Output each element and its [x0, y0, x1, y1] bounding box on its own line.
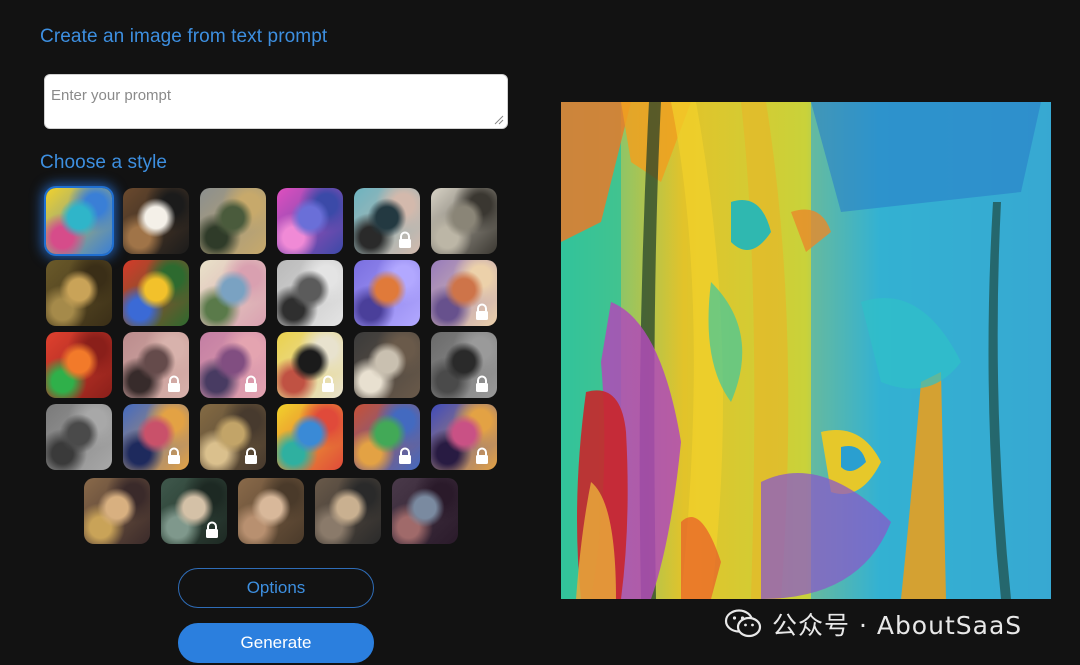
- lock-icon: [165, 375, 183, 393]
- lock-icon: [165, 447, 183, 465]
- style-tile-robot[interactable]: [277, 188, 343, 254]
- style-tile-pink-cloud[interactable]: [200, 332, 266, 398]
- style-tile-golden-blur[interactable]: [200, 404, 266, 470]
- style-tile-red-swirl[interactable]: [354, 404, 420, 470]
- style-tile-abstract-paint[interactable]: [46, 188, 112, 254]
- lock-icon: [242, 375, 260, 393]
- style-tile-dark-sculpture[interactable]: [431, 332, 497, 398]
- style-tile-mona-lisa[interactable]: [46, 260, 112, 326]
- style-section-title: Choose a style: [40, 152, 168, 173]
- style-tile-flower-vase[interactable]: [123, 260, 189, 326]
- style-tile-panda[interactable]: [123, 188, 189, 254]
- style-tile-grey-texture[interactable]: [46, 404, 112, 470]
- style-tile-renaissance-lady[interactable]: [238, 478, 304, 544]
- style-tile-woman-portrait[interactable]: [354, 188, 420, 254]
- prompt-field[interactable]: [44, 74, 508, 129]
- style-tile-musketeer[interactable]: [315, 478, 381, 544]
- style-tile-ballet-dancers[interactable]: [200, 260, 266, 326]
- style-tile-neon-face[interactable]: [46, 332, 112, 398]
- style-tile-icon-grid[interactable]: [277, 404, 343, 470]
- page-title: Create an image from text prompt: [40, 26, 328, 47]
- style-tile-modern-house[interactable]: [354, 332, 420, 398]
- generated-image-preview: [561, 102, 1051, 599]
- app-page: Create an image from text prompt Choose …: [0, 0, 1080, 665]
- style-tile-isometric-room[interactable]: [354, 260, 420, 326]
- lock-icon: [319, 375, 337, 393]
- lock-icon: [473, 303, 491, 321]
- lock-icon: [473, 447, 491, 465]
- style-tile-dark-hero[interactable]: [392, 478, 458, 544]
- style-tile-teal-portrait[interactable]: [161, 478, 227, 544]
- lock-icon: [203, 521, 221, 539]
- lock-icon: [242, 447, 260, 465]
- lock-icon: [473, 375, 491, 393]
- generate-button[interactable]: Generate: [178, 623, 374, 663]
- prompt-input[interactable]: [45, 75, 507, 128]
- style-tile-metal-object[interactable]: [277, 260, 343, 326]
- options-button[interactable]: Options: [178, 568, 374, 608]
- style-tile-pop-art[interactable]: [277, 332, 343, 398]
- style-tile-fox-character[interactable]: [431, 260, 497, 326]
- lock-icon: [396, 231, 414, 249]
- style-tile-vintage-sketch[interactable]: [431, 188, 497, 254]
- style-tile-landscape[interactable]: [200, 188, 266, 254]
- style-tile-pastel-face[interactable]: [123, 332, 189, 398]
- watermark: 公众号 · AboutSaaS: [724, 604, 1022, 644]
- watermark-text: 公众号 · AboutSaaS: [772, 611, 1023, 640]
- style-tile-blue-rabbit[interactable]: [123, 404, 189, 470]
- style-tile-colorful-creature[interactable]: [431, 404, 497, 470]
- lock-icon: [396, 447, 414, 465]
- style-tile-golden-warrior[interactable]: [84, 478, 150, 544]
- resize-grip-icon[interactable]: [492, 113, 504, 125]
- wechat-icon: [724, 609, 762, 638]
